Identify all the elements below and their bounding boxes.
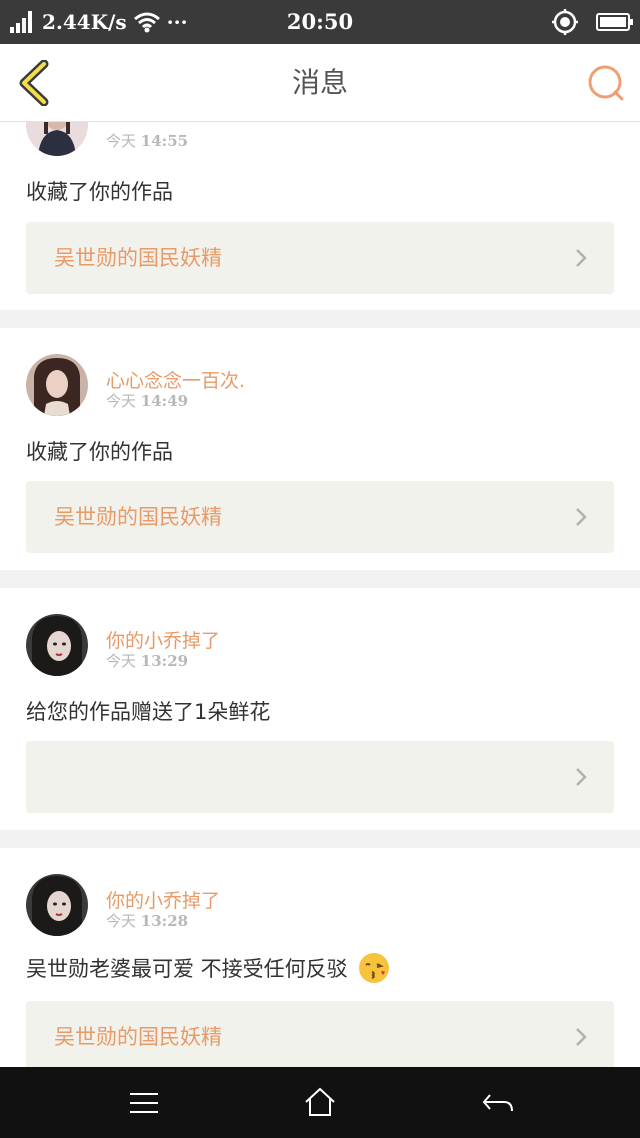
sender-name[interactable]: 你的小乔掉了: [106, 626, 220, 653]
sender-name[interactable]: 你的小乔掉了: [106, 886, 220, 913]
message-time: 今天 14:49: [106, 392, 189, 410]
app-header: 消息: [0, 44, 640, 122]
battery-icon: [596, 13, 633, 31]
chevron-right-icon: [576, 508, 587, 526]
location-icon: [552, 9, 578, 35]
message-time: 今天 13:28: [106, 912, 189, 930]
message-text: 收藏了你的作品: [26, 180, 173, 204]
work-link[interactable]: [26, 741, 614, 813]
page-title: 消息: [291, 66, 348, 99]
message-list[interactable]: 今天 14:55 收藏了你的作品 吴世勋的国民妖精 心心念念一百次. 今天 14…: [0, 122, 640, 1067]
avatar[interactable]: [26, 874, 88, 936]
message-text: 收藏了你的作品: [26, 440, 173, 464]
message-time: 今天 13:29: [106, 652, 189, 670]
kissing-face-emoji: [358, 953, 389, 983]
search-icon[interactable]: [586, 63, 626, 103]
status-time: 20:50: [286, 9, 354, 34]
avatar[interactable]: [26, 614, 88, 676]
avatar[interactable]: [26, 122, 88, 156]
work-title: 吴世勋的国民妖精: [54, 505, 222, 529]
status-bar: 2.44K/s ··· 20:50: [0, 0, 640, 44]
chevron-right-icon: [576, 249, 587, 267]
back-arrow-icon[interactable]: [478, 1083, 518, 1123]
work-title: 吴世勋的国民妖精: [54, 1025, 222, 1049]
chevron-right-icon: [576, 768, 587, 786]
message-text: 给您的作品赠送了1朵鲜花: [26, 700, 271, 724]
system-nav-bar: [0, 1067, 640, 1138]
home-icon[interactable]: [300, 1083, 340, 1123]
sender-name[interactable]: 心心念念一百次.: [106, 366, 245, 393]
message-card: 你的小乔掉了 今天 13:29 给您的作品赠送了1朵鲜花: [0, 588, 640, 830]
work-link[interactable]: 吴世勋的国民妖精: [26, 1001, 614, 1067]
message-text: 吴世勋老婆最可爱 不接受任何反驳: [26, 952, 390, 984]
chevron-right-icon: [576, 1028, 587, 1046]
status-right: [552, 0, 633, 44]
avatar[interactable]: [26, 354, 88, 416]
work-link[interactable]: 吴世勋的国民妖精: [26, 222, 614, 294]
message-card: 心心念念一百次. 今天 14:49 收藏了你的作品 吴世勋的国民妖精: [0, 328, 640, 570]
message-card: 你的小乔掉了 今天 13:28 吴世勋老婆最可爱 不接受任何反驳 吴世勋的国民妖…: [0, 848, 640, 1067]
message-time: 今天 14:55: [106, 132, 189, 150]
menu-icon[interactable]: [124, 1083, 164, 1123]
work-link[interactable]: 吴世勋的国民妖精: [26, 481, 614, 553]
work-title: 吴世勋的国民妖精: [54, 246, 222, 270]
message-card: 今天 14:55 收藏了你的作品 吴世勋的国民妖精: [0, 122, 640, 310]
